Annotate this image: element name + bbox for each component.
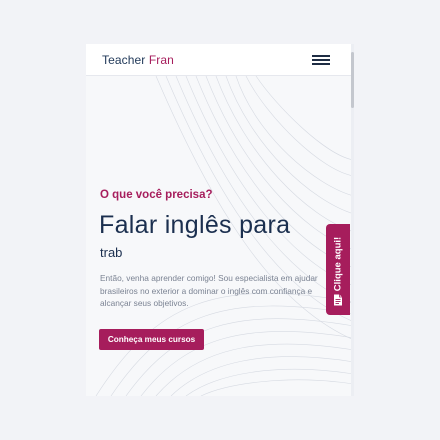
hero-description: Então, venha aprender comigo! Sou especi…: [100, 273, 318, 308]
site-logo[interactable]: Teacher Fran: [102, 53, 174, 67]
logo-accent-text: Fran: [148, 53, 174, 67]
scrollbar-thumb[interactable]: [351, 52, 354, 108]
hero-kicker: O que você precisa?: [100, 189, 213, 201]
courses-cta-button[interactable]: Conheça meus cursos: [99, 329, 204, 350]
hero-typed-text: trab: [100, 245, 123, 260]
document-icon: [334, 294, 342, 306]
hamburger-menu-icon[interactable]: [312, 55, 330, 65]
hero-headline: Falar inglês para: [99, 211, 291, 239]
site-header: Teacher Fran: [86, 44, 354, 76]
logo-text: Teacher: [102, 53, 149, 67]
click-here-side-tab[interactable]: Clique aqui!: [326, 224, 350, 315]
side-tab-label: Clique aqui!: [332, 236, 344, 292]
mobile-viewport: Teacher Fran O que você precisa? Falar i…: [86, 44, 354, 396]
